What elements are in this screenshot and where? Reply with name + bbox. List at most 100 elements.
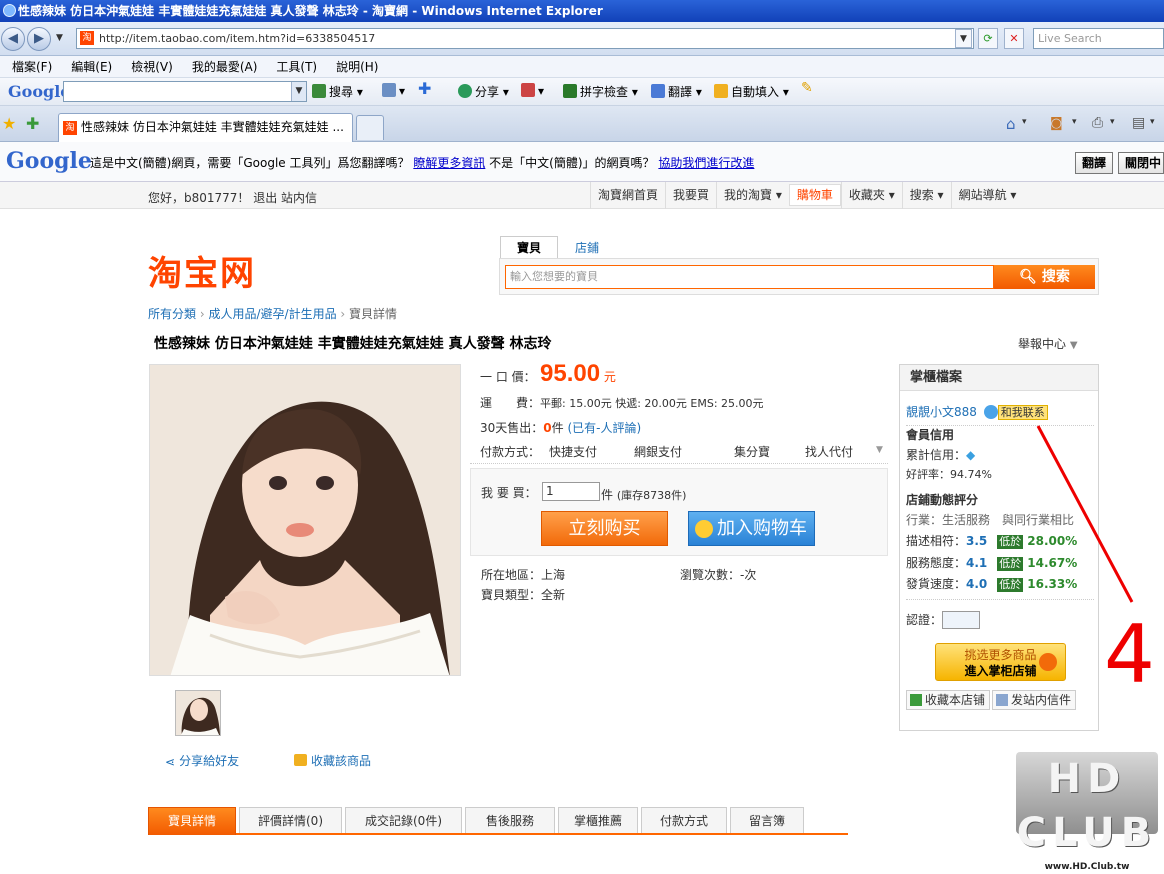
google-search-input[interactable]: ▼ xyxy=(63,81,307,102)
tab-seller-recommend[interactable]: 掌櫃推薦 xyxy=(558,807,638,833)
seller-name-link[interactable]: 靚靚小文888 xyxy=(906,405,977,419)
pay-express[interactable]: 快捷支付 xyxy=(549,443,597,460)
contact-me-button[interactable]: 和我联系 xyxy=(997,405,1048,420)
tab-item-details[interactable]: 寶貝詳情 xyxy=(148,807,236,835)
print-icon[interactable]: ⎙ xyxy=(1092,115,1103,131)
menu-view[interactable]: 檢視(V) xyxy=(119,56,180,78)
tab-reviews[interactable]: 評價詳情(0) xyxy=(239,807,342,833)
comment-link[interactable]: (已有-人評論) xyxy=(567,421,641,435)
google-toolbar-logo: Google xyxy=(8,82,71,101)
url-text: http://item.taobao.com/item.htm?id=63385… xyxy=(99,32,376,45)
menu-help[interactable]: 說明(H) xyxy=(324,56,385,78)
help-improve-link[interactable]: 協助我們進行改進 xyxy=(658,156,754,170)
url-input[interactable]: 淘 http://item.taobao.com/item.htm?id=633… xyxy=(76,28,974,49)
search-input[interactable]: 輸入您想要的寶貝 xyxy=(505,265,994,289)
highlight-pencil-icon[interactable]: ✎ xyxy=(801,80,813,96)
certification-badge-icon[interactable] xyxy=(942,611,981,629)
refresh-icon: ⟳ xyxy=(983,32,993,45)
home-icon[interactable]: ⌂ xyxy=(1006,115,1016,133)
block-button[interactable]: ▾ xyxy=(521,83,544,98)
nav-taobao-home[interactable]: 淘寶網首頁 xyxy=(590,182,665,209)
chevron-down-icon[interactable]: ▼ xyxy=(291,82,306,101)
tab-reviews-label: 評價詳情 xyxy=(257,814,306,828)
dynamic-rating-title: 店鋪動態評分 xyxy=(906,493,979,507)
search-button[interactable]: 🔍︎ 搜索 xyxy=(994,265,1095,289)
google-search-button[interactable]: 搜尋 ▾ xyxy=(312,83,363,100)
product-main-image[interactable] xyxy=(149,364,461,676)
chevron-down-icon[interactable]: ▼ xyxy=(876,445,883,455)
rating-label: 好評率： xyxy=(906,468,950,481)
rss-feed-icon[interactable]: ◙ xyxy=(1050,116,1063,131)
metric-score: 4.1 xyxy=(966,556,988,570)
tab-payment-methods[interactable]: 付款方式 xyxy=(641,807,727,833)
metric-score: 4.0 xyxy=(966,577,988,591)
nav-my-taobao[interactable]: 我的淘寶 ▾ xyxy=(716,182,789,209)
send-message-button[interactable]: 发站内信件 xyxy=(992,690,1077,710)
share-to-friend-link[interactable]: ⋖ 分享給好友 xyxy=(165,752,239,769)
views-label: 瀏覽次數： xyxy=(680,568,741,582)
translate-page-button[interactable]: 翻譯 xyxy=(1075,152,1114,174)
translate-button[interactable]: 翻譯 ▾ xyxy=(651,83,702,100)
share-icon xyxy=(458,84,472,98)
share-button[interactable]: 分享 ▾ xyxy=(458,83,509,100)
chevron-down-icon[interactable]: ▾ xyxy=(1072,117,1077,127)
tab-transactions[interactable]: 成交記錄(0件) xyxy=(345,807,462,833)
tab-bar: ★ ✚ 淘 性感辣妹 仿日本沖氣娃娃 丰實體娃娃充氣娃娃 ... ⌂ ▾ ◙ ▾… xyxy=(0,106,1164,142)
nav-favorites[interactable]: 收藏夾 ▾ xyxy=(840,182,902,209)
new-tab-button[interactable] xyxy=(356,115,384,140)
breadcrumb-current: 寶貝詳情 xyxy=(349,307,398,321)
close-translate-button[interactable]: 關閉中 xyxy=(1118,152,1164,174)
user-greeting[interactable]: 您好，b801777！ 退出 站内信 xyxy=(148,189,317,206)
add-to-cart-button[interactable]: 加入购物车 xyxy=(688,511,815,546)
enter-store-button[interactable]: 挑选更多商品 進入掌柜店铺 xyxy=(935,643,1066,681)
location-row: 所在地區：上海 xyxy=(481,566,565,583)
chevron-down-icon[interactable]: ▾ xyxy=(1150,117,1155,127)
url-dropdown-button[interactable]: ▼ xyxy=(955,29,972,48)
pay-points[interactable]: 集分寶 xyxy=(734,443,770,460)
back-button[interactable]: ◀ xyxy=(1,27,25,51)
add-button[interactable]: ✚ xyxy=(418,79,431,98)
nav-cart[interactable]: 購物車 xyxy=(788,184,841,206)
pay-bank[interactable]: 網銀支付 xyxy=(634,443,682,460)
tab-search-item[interactable]: 寶貝 xyxy=(500,236,558,258)
page-menu-icon[interactable]: ▤ xyxy=(1132,115,1145,131)
history-dropdown-icon[interactable]: ▼ xyxy=(56,33,63,43)
buy-now-button[interactable]: 立刻购买 xyxy=(541,511,668,546)
page-tools-button[interactable]: ▾ xyxy=(382,83,405,98)
menu-edit[interactable]: 編輯(E) xyxy=(59,56,119,78)
tab-search-shop[interactable]: 店鋪 xyxy=(558,237,616,259)
taobao-logo[interactable]: 淘宝网 xyxy=(148,246,256,295)
nav-search[interactable]: 搜索 ▾ xyxy=(901,182,951,209)
tab-guestbook[interactable]: 留言簿 xyxy=(730,807,804,833)
nav-site-map[interactable]: 網站導航 ▾ xyxy=(950,182,1024,209)
autofill-label: 自動填入 xyxy=(731,85,780,99)
learn-more-link[interactable]: 瞭解更多資訊 xyxy=(413,156,485,170)
certification-row: 認證： xyxy=(906,611,981,629)
favorite-store-button[interactable]: 收藏本店铺 xyxy=(906,690,991,710)
chevron-down-icon[interactable]: ▾ xyxy=(1022,117,1027,127)
breadcrumb-category[interactable]: 成人用品/避孕/計生用品 xyxy=(208,307,336,321)
forward-button[interactable]: ▶ xyxy=(27,27,51,51)
autofill-button[interactable]: 自動填入 ▾ xyxy=(714,83,789,100)
refresh-button[interactable]: ⟳ xyxy=(978,28,998,49)
tab-after-sales[interactable]: 售後服務 xyxy=(465,807,555,833)
menu-file[interactable]: 檔案(F) xyxy=(0,56,59,78)
chevron-down-icon[interactable]: ▾ xyxy=(1110,117,1115,127)
stop-button[interactable]: ✕ xyxy=(1004,28,1024,49)
menu-tools[interactable]: 工具(T) xyxy=(264,56,324,78)
menu-favorites[interactable]: 我的最愛(A) xyxy=(180,56,265,78)
credit-title: 會員信用 xyxy=(906,428,955,442)
live-search-input[interactable]: Live Search xyxy=(1033,28,1164,49)
quantity-input[interactable]: 1 xyxy=(542,482,600,501)
breadcrumb-all-categories[interactable]: 所有分類 xyxy=(148,307,196,321)
spellcheck-button[interactable]: 拼字檢查 ▾ xyxy=(563,83,638,100)
price-label: 一 口 價： xyxy=(480,370,536,384)
pay-proxy[interactable]: 找人代付 xyxy=(805,443,853,460)
nav-buy[interactable]: 我要買 xyxy=(665,182,716,209)
tab-active-page[interactable]: 淘 性感辣妹 仿日本沖氣娃娃 丰實體娃娃充氣娃娃 ... xyxy=(58,113,353,142)
add-favorite-icon[interactable]: ✚ xyxy=(26,114,39,133)
favorites-star-icon[interactable]: ★ xyxy=(2,114,16,133)
product-thumbnail[interactable] xyxy=(175,690,221,736)
favorite-item-link[interactable]: 收藏該商品 xyxy=(294,752,371,769)
report-center-link[interactable]: 舉報中心 ▼ xyxy=(1018,335,1078,352)
